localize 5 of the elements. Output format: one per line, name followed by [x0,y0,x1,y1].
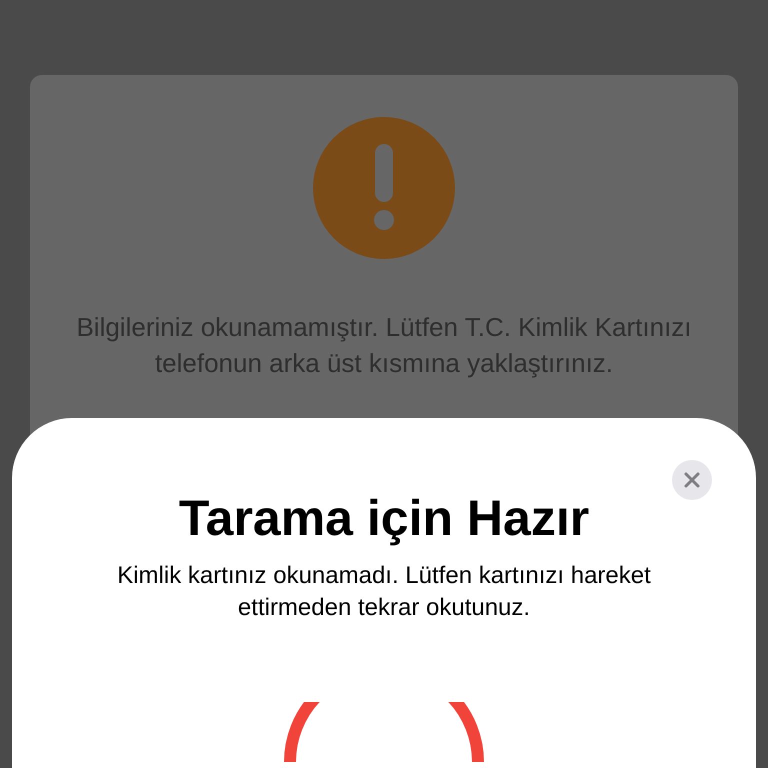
close-button[interactable] [672,460,712,500]
warning-icon [313,117,455,259]
sheet-message: Kimlik kartınız okunamadı. Lütfen kartınızı hareket ettirmeden tekrar okutunuz. [116,561,652,623]
sheet-title: Tarama için Hazır [178,489,590,548]
alert-message: Bilgileriniz okunamamıştır. Lütfen T.C. Kimlik Kartınızı telefonun arka üst kısmına yaklaştırınız. [75,311,693,380]
